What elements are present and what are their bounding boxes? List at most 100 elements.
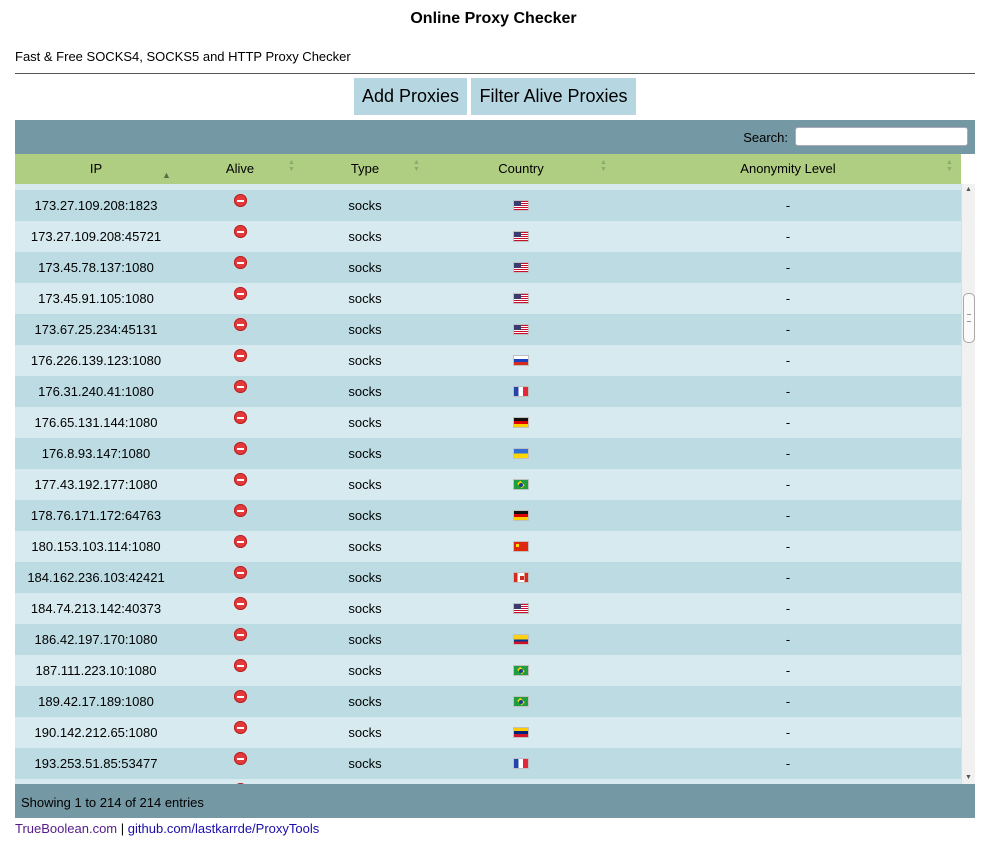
column-header-anonymity-label: Anonymity Level [740, 161, 836, 176]
flag-de-icon [513, 510, 529, 521]
anonymity-cell: - [785, 539, 791, 554]
alive-cell [177, 500, 303, 531]
scroll-up-arrow-icon[interactable]: ▲ [962, 184, 975, 196]
table-row[interactable]: 173.27.109.208:45721 socks - [15, 221, 961, 252]
type-cell: socks [348, 694, 382, 709]
table-row[interactable]: 186.42.197.170:1080 socks - [15, 624, 961, 655]
flag-cn-icon [513, 541, 529, 552]
filter-alive-proxies-button[interactable]: Filter Alive Proxies [471, 78, 636, 115]
scroll-thumb[interactable] [963, 293, 975, 343]
anonymity-cell: - [785, 570, 791, 585]
table-row[interactable]: 184.162.236.103:42421 socks - [15, 562, 961, 593]
ip-cell: 180.153.103.114:1080 [31, 539, 161, 554]
ip-cell: 176.226.139.123:1080 [30, 353, 162, 368]
table-scrollbar[interactable]: ▲ ▼ [961, 184, 975, 784]
search-input[interactable] [795, 127, 968, 146]
anonymity-cell: - [785, 632, 791, 647]
table-row[interactable]: 173.45.78.137:1080 socks - [15, 252, 961, 283]
country-cell [427, 655, 615, 686]
type-cell: socks [348, 570, 382, 585]
flag-ru-icon [513, 355, 529, 366]
dead-status-icon [233, 318, 247, 331]
flag-us-icon [513, 603, 529, 614]
ip-cell: 187.111.223.10:1080 [35, 663, 157, 678]
anonymity-cell: - [785, 198, 791, 213]
page-title: Online Proxy Checker [410, 10, 577, 27]
flag-us-icon [513, 200, 529, 211]
type-cell: socks [348, 322, 382, 337]
add-proxies-button[interactable]: Add Proxies [354, 78, 467, 115]
ip-cell: 173.67.25.234:45131 [34, 322, 158, 337]
country-cell [427, 469, 615, 500]
table-body-viewport[interactable]: 173.27.109.208:1823 socks -173.27.109.208:… [15, 184, 961, 784]
column-header-country[interactable]: Country ▲ ▼ [427, 154, 615, 184]
github-link[interactable]: github.com/lastkarrde/ProxyTools [128, 821, 319, 836]
type-cell: socks [348, 260, 382, 275]
table-row[interactable]: 173.27.109.208:1823 socks - [15, 190, 961, 221]
anonymity-cell: - [785, 415, 791, 430]
trueboolean-link[interactable]: TrueBoolean.com [15, 821, 117, 836]
table-row[interactable]: 176.226.139.123:1080 socks - [15, 345, 961, 376]
table-row[interactable]: 176.65.131.144:1080 socks - [15, 407, 961, 438]
anonymity-cell: - [785, 508, 791, 523]
column-header-alive[interactable]: Alive ▲ ▼ [177, 154, 303, 184]
type-cell: socks [348, 446, 382, 461]
country-cell [427, 531, 615, 562]
column-header-type-label: Type [350, 161, 380, 176]
type-cell: socks [348, 632, 382, 647]
anonymity-cell: - [785, 446, 791, 461]
type-cell: socks [348, 353, 382, 368]
type-cell: socks [348, 539, 382, 554]
alive-cell [177, 221, 303, 252]
table-row[interactable]: 178.76.171.172:64763 socks - [15, 500, 961, 531]
column-header-type[interactable]: Type ▲ ▼ [303, 154, 427, 184]
scroll-down-arrow-icon[interactable]: ▼ [962, 772, 975, 784]
flag-fr-icon [513, 386, 529, 397]
dead-status-icon [233, 721, 247, 734]
dead-status-icon [233, 287, 247, 300]
dead-status-icon [233, 349, 247, 362]
column-header-ip[interactable]: IP ▲ [15, 154, 177, 184]
column-header-anonymity[interactable]: Anonymity Level ▲ ▼ [615, 154, 961, 184]
alive-cell [177, 283, 303, 314]
anonymity-cell: - [785, 229, 791, 244]
table-row[interactable]: 187.111.223.10:1080 socks - [15, 655, 961, 686]
dead-status-icon [233, 628, 247, 641]
table-row[interactable]: 176.31.240.41:1080 socks - [15, 376, 961, 407]
country-cell [427, 593, 615, 624]
table-row[interactable]: 173.45.91.105:1080 socks - [15, 283, 961, 314]
type-cell: socks [348, 756, 382, 771]
search-label: Search: [743, 130, 788, 145]
column-header-country-label: Country [498, 161, 544, 176]
table-row[interactable]: 190.142.212.65:1080 socks - [15, 717, 961, 748]
table-row[interactable]: 173.67.25.234:45131 socks - [15, 314, 961, 345]
dead-status-icon [233, 597, 247, 610]
table-row[interactable]: 180.153.103.114:1080 socks - [15, 531, 961, 562]
type-cell: socks [348, 725, 382, 740]
dead-status-icon [233, 566, 247, 579]
alive-cell [177, 252, 303, 283]
flag-de-icon [513, 417, 529, 428]
table-row[interactable]: 177.43.192.177:1080 socks - [15, 469, 961, 500]
dead-status-icon [233, 380, 247, 393]
flag-fr-icon [513, 758, 529, 769]
table-row[interactable]: 193.253.51.85:53477 socks - [15, 748, 961, 779]
table-row[interactable]: 176.8.93.147:1080 socks - [15, 438, 961, 469]
dead-status-icon [233, 256, 247, 269]
flag-br-icon [513, 479, 529, 490]
table-row[interactable]: 184.74.213.142:40373 socks - [15, 593, 961, 624]
type-cell: socks [348, 415, 382, 430]
anonymity-cell: - [785, 694, 791, 709]
anonymity-cell: - [785, 260, 791, 275]
sort-both-icon: ▲ ▼ [288, 159, 295, 173]
ip-cell: 173.45.91.105:1080 [38, 291, 154, 306]
ip-cell: 173.45.78.137:1080 [38, 260, 154, 275]
table-row[interactable]: 189.42.17.189:1080 socks - [15, 686, 961, 717]
dead-status-icon [233, 225, 247, 238]
dead-status-icon [233, 411, 247, 424]
anonymity-cell: - [785, 756, 791, 771]
country-cell [427, 345, 615, 376]
flag-us-icon [513, 262, 529, 273]
footer-links: TrueBoolean.com | github.com/lastkarrde/… [15, 821, 319, 836]
ip-cell: 176.65.131.144:1080 [34, 415, 158, 430]
